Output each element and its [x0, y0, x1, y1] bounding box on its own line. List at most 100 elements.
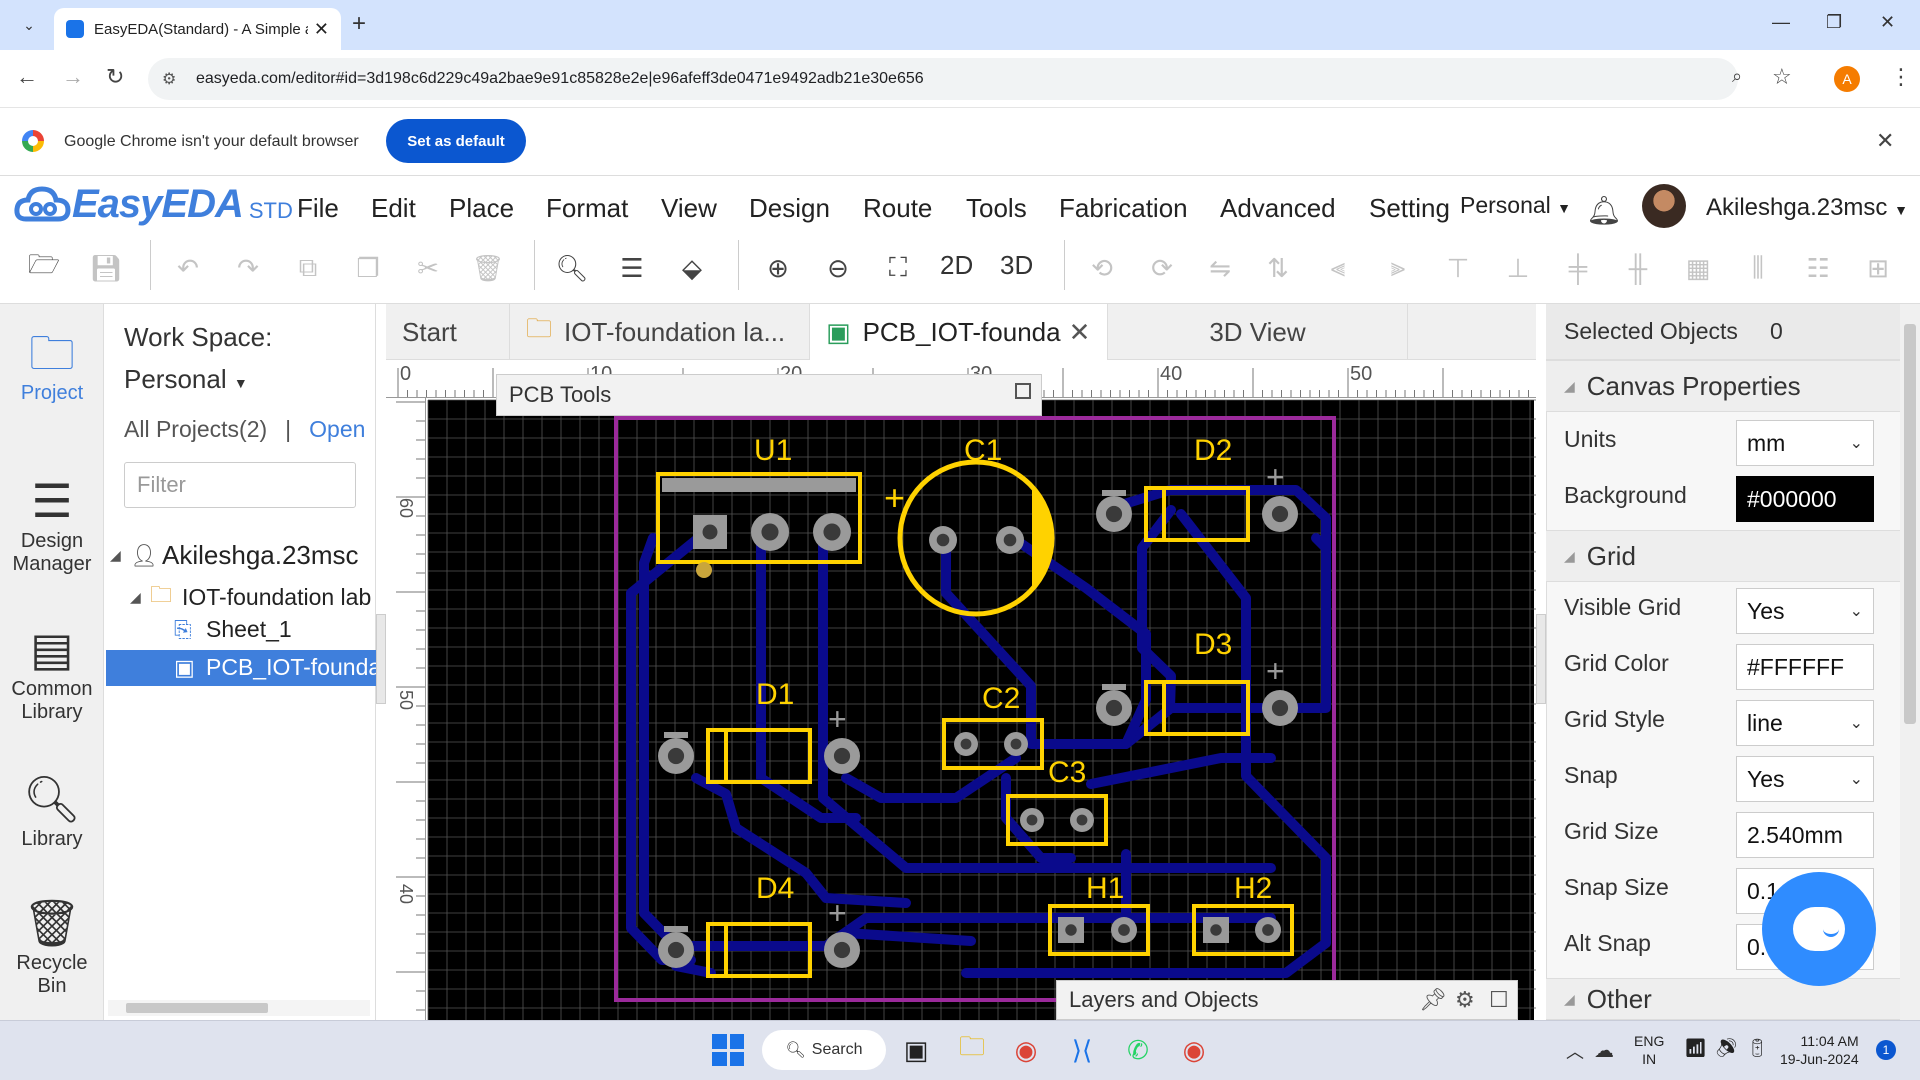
scrollbar-thumb[interactable]: [1904, 324, 1916, 724]
tray-icons[interactable]: 📶︎🔊︎🔋︎: [1684, 1038, 1777, 1059]
notification-bell-icon[interactable]: 🔔︎: [1586, 194, 1622, 227]
site-info-icon[interactable]: ⚙: [162, 69, 176, 89]
view-2d-button[interactable]: 2D: [940, 250, 973, 281]
gear-icon[interactable]: ⚙: [1455, 987, 1475, 1013]
open-folder-icon[interactable]: 🗁︎: [22, 246, 66, 290]
tray-overflow-icon[interactable]: ︿: [1566, 1038, 1584, 1064]
back-icon[interactable]: ←: [16, 64, 38, 90]
flip-vertical-icon[interactable]: ⇅: [1256, 246, 1300, 290]
menu-file[interactable]: File: [297, 193, 339, 224]
notification-badge[interactable]: 1: [1876, 1040, 1896, 1060]
set-as-default-button[interactable]: Set as default: [386, 119, 526, 163]
zoom-out-icon[interactable]: ⊖: [816, 246, 860, 290]
url-bar[interactable]: easyeda.com/editor#id=3d198c6d229c49a2ba…: [148, 58, 1738, 100]
panel-horizontal-scrollbar[interactable]: [108, 1000, 370, 1016]
whatsapp-icon[interactable]: ✆: [1120, 1032, 1156, 1068]
tab-search-chevron-icon[interactable]: ⌄: [14, 10, 44, 40]
expand-triangle-icon[interactable]: ◢: [130, 589, 150, 606]
undo-icon[interactable]: ↶: [166, 246, 210, 290]
copy-icon[interactable]: ⧉: [286, 246, 330, 290]
reload-icon[interactable]: ↻: [106, 64, 124, 90]
tab-pcb[interactable]: ▣ PCB_IOT-founda ✕: [810, 304, 1108, 360]
chrome-menu-icon[interactable]: ⋮: [1890, 64, 1912, 90]
pcb-tools-panel[interactable]: PCB Tools: [496, 374, 1042, 416]
group-icon[interactable]: ⊞: [1856, 246, 1900, 290]
design-rule-icon[interactable]: ⬙: [670, 246, 714, 290]
rail-recycle-bin[interactable]: 🗑︎ Recycle Bin: [0, 900, 104, 998]
canvas-properties-section[interactable]: ◢ Canvas Properties: [1546, 360, 1900, 412]
browser-tab[interactable]: EasyEDA(Standard) - A Simple a ✕: [54, 8, 341, 50]
restore-icon[interactable]: ❐: [1826, 12, 1842, 33]
menu-format[interactable]: Format: [546, 193, 628, 224]
layers-objects-panel[interactable]: Layers and Objects 📌︎ ⚙ ☐: [1056, 980, 1518, 1020]
redo-icon[interactable]: ↷: [226, 246, 270, 290]
align-middle-icon[interactable]: ╫: [1616, 246, 1660, 290]
distribute-horizontal-icon[interactable]: ⫼: [1736, 246, 1780, 290]
workspace-select[interactable]: Personal ▼: [124, 364, 248, 395]
flip-horizontal-icon[interactable]: ⇋: [1198, 246, 1242, 290]
user-avatar[interactable]: [1642, 184, 1686, 228]
distribute-vertical-icon[interactable]: ☷: [1796, 246, 1840, 290]
fit-view-icon[interactable]: ⛶: [876, 246, 920, 290]
clock[interactable]: 11:04 AM 19-Jun-2024: [1780, 1032, 1859, 1068]
properties-vertical-scrollbar[interactable]: [1900, 304, 1920, 1020]
onedrive-icon[interactable]: ☁: [1594, 1038, 1614, 1063]
chrome-icon[interactable]: ◉: [1008, 1032, 1044, 1068]
tab-3d-view[interactable]: 3D View: [1108, 304, 1408, 360]
menu-design[interactable]: Design: [749, 193, 830, 224]
grid-color-input[interactable]: #FFFFFF: [1736, 644, 1874, 690]
pcb-canvas[interactable]: U1 + C1 + D2 + D3 + D1 + D4 C2 C3 H1 H2: [426, 398, 1536, 1020]
units-select[interactable]: mm ⌄: [1736, 420, 1874, 466]
project-filter-input[interactable]: [124, 462, 356, 508]
menu-view[interactable]: View: [661, 193, 717, 224]
minimize-icon[interactable]: —: [1772, 12, 1790, 33]
grid-size-input[interactable]: 2.540mm: [1736, 812, 1874, 858]
new-tab-icon[interactable]: +: [352, 10, 366, 38]
windows-start-icon[interactable]: [712, 1034, 744, 1066]
menu-advanced[interactable]: Advanced: [1220, 193, 1336, 224]
menu-place[interactable]: Place: [449, 193, 514, 224]
delete-icon[interactable]: 🗑︎: [466, 246, 510, 290]
align-top-icon[interactable]: ⊤: [1436, 246, 1480, 290]
language-indicator[interactable]: ENG IN: [1634, 1032, 1664, 1068]
menu-fabrication[interactable]: Fabrication: [1059, 193, 1188, 224]
background-color-input[interactable]: #000000: [1736, 476, 1874, 522]
chrome-profile-icon[interactable]: ◉: [1176, 1032, 1212, 1068]
tab-start[interactable]: Start: [386, 304, 510, 360]
search-icon[interactable]: 🔍︎: [550, 246, 594, 290]
tree-node-user[interactable]: ◢ 👤︎ Akileshga.23msc: [110, 540, 359, 571]
view-3d-button[interactable]: 3D: [1000, 250, 1033, 281]
infobar-close-icon[interactable]: ✕: [1876, 128, 1894, 154]
expand-triangle-icon[interactable]: ◢: [110, 547, 130, 564]
window-close-icon[interactable]: ✕: [1880, 12, 1895, 33]
other-section[interactable]: ◢ Other: [1546, 978, 1900, 1020]
maximize-icon[interactable]: [1015, 383, 1031, 399]
rail-project[interactable]: 🗀︎ Project: [0, 330, 104, 405]
vscode-icon[interactable]: ⟩⟨: [1064, 1032, 1100, 1068]
profile-avatar[interactable]: A: [1834, 66, 1860, 92]
close-tab-icon[interactable]: ✕: [1069, 317, 1091, 348]
menu-setting[interactable]: Setting: [1369, 193, 1450, 224]
cut-icon[interactable]: ✂: [406, 246, 450, 290]
menu-route[interactable]: Route: [863, 193, 932, 224]
menu-tools[interactable]: Tools: [966, 193, 1027, 224]
tree-node-schematic[interactable]: ⎘ Sheet_1: [174, 616, 292, 643]
align-center-icon[interactable]: ╪: [1556, 246, 1600, 290]
align-grid-icon[interactable]: ▦: [1676, 246, 1720, 290]
collapse-left-panel-handle[interactable]: [376, 614, 386, 704]
duplicate-icon[interactable]: ❐: [346, 246, 390, 290]
align-right-icon[interactable]: ⫸: [1376, 246, 1420, 290]
visible-grid-select[interactable]: Yes ⌄: [1736, 588, 1874, 634]
rotate-right-icon[interactable]: ⟳: [1140, 246, 1184, 290]
save-icon[interactable]: 💾︎: [84, 246, 128, 290]
workspace-dropdown[interactable]: Personal ▼: [1460, 192, 1571, 219]
taskbar-search[interactable]: 🔍︎ Search: [762, 1030, 886, 1070]
snap-select[interactable]: Yes ⌄: [1736, 756, 1874, 802]
support-chat-button[interactable]: [1762, 872, 1876, 986]
collapse-right-panel-handle[interactable]: [1536, 614, 1546, 704]
tab-schematic[interactable]: 🗀︎ IOT-foundation la...: [510, 304, 810, 360]
scrollbar-thumb[interactable]: [126, 1003, 268, 1013]
open-project-link[interactable]: Open: [309, 416, 365, 442]
tree-node-project[interactable]: ◢ 🗀︎ IOT-foundation lab: [130, 578, 371, 616]
align-bottom-icon[interactable]: ⊥: [1496, 246, 1540, 290]
